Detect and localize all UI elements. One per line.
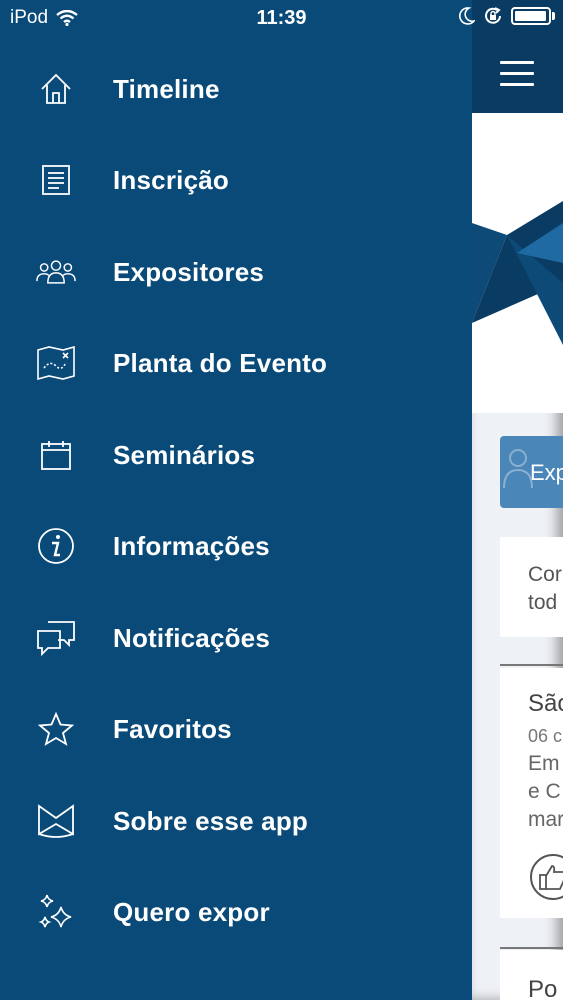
like-button[interactable] — [530, 854, 563, 900]
menu-label: Informações — [113, 530, 270, 561]
menu-item-timeline[interactable]: Timeline — [0, 54, 472, 124]
logo-icon — [36, 801, 76, 841]
map-icon — [36, 343, 76, 383]
event-banner — [472, 113, 563, 413]
menu-item-notificacoes[interactable]: Notificações — [0, 603, 472, 673]
card-text-line: tod — [528, 591, 558, 614]
menu-label: Quero expor — [113, 896, 270, 927]
menu-label: Expositores — [113, 256, 265, 287]
battery-icon — [511, 7, 555, 25]
event-card-text: mar — [528, 808, 563, 831]
status-bar: iPod 11:39 — [0, 0, 563, 36]
event-card[interactable]: Po — [500, 950, 563, 1000]
status-right — [459, 6, 555, 26]
menu-item-quero-expor[interactable]: Quero expor — [0, 877, 472, 947]
expositores-button[interactable]: Exp — [500, 436, 563, 508]
card-text-line: Cor — [528, 563, 562, 586]
side-menu: Timeline Inscrição Expositores Planta do… — [0, 0, 472, 1000]
menu-item-expositores[interactable]: Expositores — [0, 237, 472, 307]
menu-label: Favoritos — [113, 713, 232, 744]
divider — [500, 664, 563, 666]
menu-label: Planta do Evento — [113, 347, 328, 378]
event-card-text: e C — [528, 780, 561, 803]
people-icon — [36, 252, 76, 292]
menu-item-seminarios[interactable]: Seminários — [0, 420, 472, 490]
expositores-button-label: Exp — [530, 460, 563, 485]
menu-item-sobre-esse-app[interactable]: Sobre esse app — [0, 786, 472, 856]
event-card[interactable]: São 06 c Em e C mar — [500, 668, 563, 918]
menu-label: Inscrição — [113, 164, 229, 195]
menu-item-inscricao[interactable]: Inscrição — [0, 145, 472, 215]
event-card-title: São — [528, 690, 563, 717]
event-card-date: 06 c — [528, 726, 563, 746]
rotation-lock-icon — [485, 7, 501, 24]
info-icon — [36, 526, 76, 566]
chat-icon — [36, 618, 76, 658]
event-logo — [472, 201, 563, 345]
sparkle-icon — [36, 892, 76, 932]
menu-item-planta-do-evento[interactable]: Planta do Evento — [0, 328, 472, 398]
event-card-text: Em — [528, 752, 560, 775]
menu-item-favoritos[interactable]: Favoritos — [0, 694, 472, 764]
moon-icon — [459, 7, 475, 25]
document-icon — [36, 160, 76, 200]
info-card[interactable]: Cor tod — [500, 537, 563, 637]
menu-label: Seminários — [113, 439, 256, 470]
home-icon — [36, 69, 76, 109]
hamburger-menu-icon[interactable] — [500, 61, 534, 87]
menu-label: Timeline — [113, 73, 220, 104]
calendar-icon — [36, 435, 76, 475]
divider — [500, 947, 563, 949]
menu-label: Sobre esse app — [113, 805, 308, 836]
menu-label: Notificações — [113, 622, 271, 653]
thumbs-up-icon — [539, 865, 563, 890]
star-icon — [36, 709, 76, 749]
main-content-peek: Exp Cor tod São 06 c Em e C mar Po — [472, 0, 563, 1000]
event-card-title: Po — [528, 976, 558, 1000]
menu-item-informacoes[interactable]: Informações — [0, 511, 472, 581]
